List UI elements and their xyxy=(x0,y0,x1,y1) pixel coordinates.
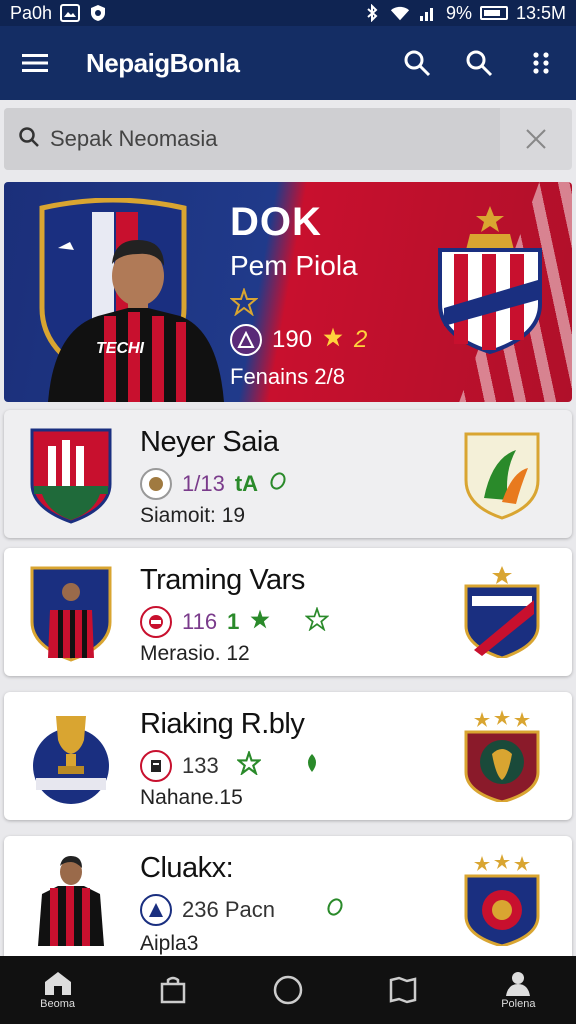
nav-home[interactable]: Beoma xyxy=(18,960,98,1020)
card-meta: Aipla3 xyxy=(140,932,199,955)
featured-footer: Fenains 2/8 xyxy=(230,364,345,389)
club-shield-icon xyxy=(30,566,112,662)
nav-map[interactable] xyxy=(363,960,443,1020)
star-badge-icon xyxy=(229,286,259,321)
card-meta: Merasio. 12 xyxy=(140,642,250,665)
club-crest-icon xyxy=(438,206,542,354)
club-crest-icon xyxy=(464,432,540,520)
card-stat-value: 133 xyxy=(182,753,219,778)
club-crest-icon xyxy=(464,854,540,946)
club-shield-icon xyxy=(30,428,112,524)
card-title: Traming Vars xyxy=(140,564,305,596)
star-icon xyxy=(249,608,271,636)
nav-profile-label: Polena xyxy=(501,998,536,1010)
close-icon xyxy=(526,129,546,149)
club-crest-icon xyxy=(464,710,540,802)
signal-icon xyxy=(418,4,438,22)
leaf-icon xyxy=(325,897,345,923)
list-card[interactable]: Cluakx: 236 Pacn Aipla3 xyxy=(4,836,572,964)
menu-icon[interactable] xyxy=(18,46,52,80)
star-outline-icon xyxy=(304,606,330,637)
trophy-badge-icon xyxy=(33,716,109,804)
leaf-icon xyxy=(268,471,288,497)
player-photo xyxy=(48,240,224,402)
nav-profile[interactable]: Polena xyxy=(478,960,558,1020)
profile-icon xyxy=(506,972,531,996)
nav-home-label: Beoma xyxy=(40,998,76,1010)
map-icon xyxy=(389,976,417,1004)
more-grid-icon[interactable] xyxy=(524,46,558,80)
search-icon[interactable] xyxy=(462,46,496,80)
card-stats: 236 Pacn xyxy=(140,894,345,926)
card-stats: 133 xyxy=(140,749,321,782)
search-bar xyxy=(4,108,572,170)
featured-stat-value: 190 xyxy=(272,326,313,353)
shop-icon xyxy=(160,976,186,1004)
card-title: Cluakx: xyxy=(140,852,234,884)
featured-stat-value-2: 2 xyxy=(354,326,368,353)
player-photo xyxy=(38,856,104,946)
app-bar: NepaigBonla xyxy=(0,26,576,100)
card-meta: Nahane.15 xyxy=(140,786,243,809)
ball-icon xyxy=(140,468,172,500)
card-stat-value-2: 1 xyxy=(227,609,240,634)
shield-icon xyxy=(88,4,108,22)
clock: 13:5M xyxy=(515,2,566,23)
featured-subtitle: Pem Piola xyxy=(230,250,358,281)
card-meta: Siamoit: 19 xyxy=(140,504,246,527)
carrier-label: Pa0h xyxy=(10,2,53,23)
card-stat-value: 236 Pacn xyxy=(182,897,275,922)
list-card[interactable]: Traming Vars 116 1 Merasio. 12 xyxy=(4,548,572,676)
status-bar: Pa0h 9% 13:5M xyxy=(0,0,576,26)
search-icon[interactable] xyxy=(400,46,434,80)
ball-icon xyxy=(140,606,172,638)
featured-title: DOK xyxy=(230,200,322,244)
bluetooth-icon xyxy=(362,4,382,22)
list-card[interactable]: Neyer Saia 1/13 tA Siamoit: 19 xyxy=(4,410,572,538)
ball-icon xyxy=(140,750,172,782)
search-input[interactable] xyxy=(50,126,470,152)
battery-icon xyxy=(479,6,508,20)
list-card[interactable]: Riaking R.bly 133 Nahane.15 xyxy=(4,692,572,820)
card-title: Neyer Saia xyxy=(140,426,279,458)
jersey-sponsor: TECHI xyxy=(96,340,144,357)
bottom-nav: Beoma Polena xyxy=(0,956,576,1024)
club-crest-icon xyxy=(464,566,540,658)
wifi-icon xyxy=(390,4,410,22)
card-stat-value: 116 xyxy=(182,609,218,634)
card-stat-value-2: tA xyxy=(234,471,259,496)
search-icon xyxy=(18,126,40,153)
card-stats: 1/13 tA xyxy=(140,468,288,500)
circle-icon xyxy=(273,975,303,1005)
leaf-icon xyxy=(303,752,321,780)
nav-shop[interactable] xyxy=(133,960,213,1020)
card-title: Riaking R.bly xyxy=(140,708,305,740)
home-icon xyxy=(44,972,71,995)
nav-center[interactable] xyxy=(248,960,328,1020)
clear-search-button[interactable] xyxy=(500,108,572,170)
app-title: NepaigBonla xyxy=(86,47,240,78)
featured-stats: 190 2 xyxy=(230,324,367,356)
star-outline-icon xyxy=(235,749,262,781)
team-icon xyxy=(230,324,262,356)
battery-percent: 9% xyxy=(445,2,472,23)
team-icon xyxy=(140,894,172,926)
image-icon xyxy=(60,4,81,22)
featured-banner[interactable]: TECHI DOK Pem Piola 190 2 Fenains 2/8 xyxy=(4,182,572,402)
card-stat-value: 1/13 xyxy=(182,471,225,496)
card-stats: 116 1 xyxy=(140,606,330,638)
star-icon xyxy=(322,326,344,355)
